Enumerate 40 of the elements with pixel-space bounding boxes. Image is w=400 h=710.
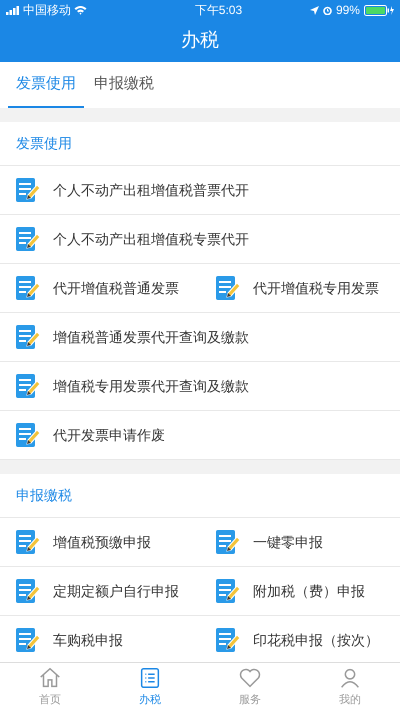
form-pencil-icon bbox=[15, 372, 41, 400]
form-pencil-icon bbox=[215, 528, 241, 556]
menu-item[interactable]: 印花税申报（按次） bbox=[200, 616, 400, 662]
form-pencil-icon bbox=[15, 323, 41, 351]
status-time: 下午5:03 bbox=[194, 2, 242, 19]
wifi-icon bbox=[74, 5, 87, 15]
menu-item[interactable]: 定期定额户自行申报 bbox=[0, 567, 200, 615]
battery-percent: 99% bbox=[336, 2, 360, 19]
menu-item[interactable]: 附加税（费）申报 bbox=[200, 567, 400, 615]
menu-item[interactable]: 增值税专用发票代开查询及缴款 bbox=[0, 362, 400, 410]
menu-item[interactable]: 代开发票申请作废 bbox=[0, 411, 400, 459]
form-pencil-icon bbox=[15, 274, 41, 302]
menu-item[interactable]: 车购税申报 bbox=[0, 616, 200, 662]
carrier-name: 中国移动 bbox=[23, 2, 71, 19]
tab[interactable]: 发票使用 bbox=[8, 62, 84, 108]
signal-icon bbox=[6, 6, 20, 14]
form-pencil-icon bbox=[15, 225, 41, 253]
form-pencil-icon bbox=[15, 528, 41, 556]
menu-item[interactable]: 个人不动产出租增值税普票代开 bbox=[0, 166, 400, 214]
form-pencil-icon bbox=[15, 577, 41, 605]
form-pencil-icon bbox=[215, 577, 241, 605]
form-pencil-icon bbox=[15, 626, 41, 654]
section-title: 申报缴税 bbox=[16, 486, 72, 505]
alarm-icon bbox=[322, 6, 332, 14]
menu-item[interactable]: 代开增值税普通发票 bbox=[0, 264, 200, 312]
location-icon bbox=[310, 6, 319, 14]
tab[interactable]: 申报缴税 bbox=[86, 62, 162, 108]
page-title: 办税 bbox=[181, 28, 219, 53]
form-pencil-icon bbox=[15, 176, 41, 204]
nav-tab[interactable]: 办税 bbox=[100, 663, 200, 710]
menu-item[interactable]: 一键零申报 bbox=[200, 518, 400, 566]
form-pencil-icon bbox=[215, 626, 241, 654]
section-title: 发票使用 bbox=[16, 134, 72, 153]
menu-item[interactable]: 增值税普通发票代开查询及缴款 bbox=[0, 313, 400, 361]
form-pencil-icon bbox=[15, 421, 41, 449]
menu-item[interactable]: 个人不动产出租增值税专票代开 bbox=[0, 215, 400, 263]
battery-icon bbox=[364, 4, 394, 16]
form-pencil-icon bbox=[215, 274, 241, 302]
menu-item[interactable]: 增值税预缴申报 bbox=[0, 518, 200, 566]
menu-item[interactable]: 代开增值税专用发票 bbox=[200, 264, 400, 312]
